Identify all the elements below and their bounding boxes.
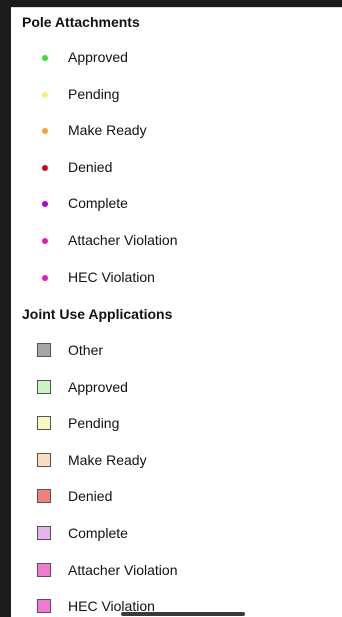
color-swatch-icon <box>37 343 51 357</box>
legend-label: Complete <box>68 195 128 211</box>
legend-label: Make Ready <box>68 452 147 468</box>
legend-row-pole-hec-violation: HEC Violation <box>11 266 342 290</box>
legend-panel: Pole Attachments Approved Pending Make R… <box>11 7 342 617</box>
legend-label: Pending <box>68 415 120 431</box>
legend-row-pole-complete: Complete <box>11 192 342 216</box>
status-dot-icon <box>42 201 48 207</box>
status-dot-icon <box>42 128 48 134</box>
legend-row-joint-make-ready: Make Ready <box>11 449 342 473</box>
status-dot-icon <box>42 238 48 244</box>
legend-screen: Pole Attachments Approved Pending Make R… <box>0 0 342 617</box>
legend-label: Approved <box>68 379 128 395</box>
legend-row-pole-denied: Denied <box>11 156 342 180</box>
color-swatch-icon <box>37 599 51 613</box>
legend-label: Denied <box>68 488 113 504</box>
legend-row-pole-attacher-violation: Attacher Violation <box>11 229 342 253</box>
legend-label: Make Ready <box>68 122 147 138</box>
legend-row-pole-pending: Pending <box>11 83 342 107</box>
legend-label: Attacher Violation <box>68 562 178 578</box>
status-bar-strip <box>0 0 342 7</box>
legend-label: Approved <box>68 49 128 65</box>
home-indicator[interactable] <box>121 612 245 616</box>
legend-row-joint-other: Other <box>11 339 342 363</box>
legend-label: Denied <box>68 159 113 175</box>
legend-label: HEC Violation <box>68 269 155 285</box>
legend-row-joint-approved: Approved <box>11 376 342 400</box>
legend-row-joint-denied: Denied <box>11 485 342 509</box>
legend-row-pole-approved: Approved <box>11 46 342 70</box>
color-swatch-icon <box>37 526 51 540</box>
color-swatch-icon <box>37 380 51 394</box>
color-swatch-icon <box>37 563 51 577</box>
legend-row-joint-attacher-violation: Attacher Violation <box>11 559 342 583</box>
legend-row-pole-make-ready: Make Ready <box>11 119 342 143</box>
pole-attachments-title: Pole Attachments <box>22 14 140 30</box>
color-swatch-icon <box>37 489 51 503</box>
legend-label: Other <box>68 342 104 358</box>
status-dot-icon <box>42 55 48 61</box>
legend-row-joint-complete: Complete <box>11 522 342 546</box>
legend-label: Complete <box>68 525 128 541</box>
status-dot-icon <box>42 275 48 281</box>
status-dot-icon <box>42 92 48 98</box>
joint-use-title: Joint Use Applications <box>22 306 173 322</box>
color-swatch-icon <box>37 453 51 467</box>
status-dot-icon <box>42 165 48 171</box>
legend-row-joint-pending: Pending <box>11 412 342 436</box>
legend-label: Attacher Violation <box>68 232 178 248</box>
color-swatch-icon <box>37 416 51 430</box>
legend-label: Pending <box>68 86 120 102</box>
